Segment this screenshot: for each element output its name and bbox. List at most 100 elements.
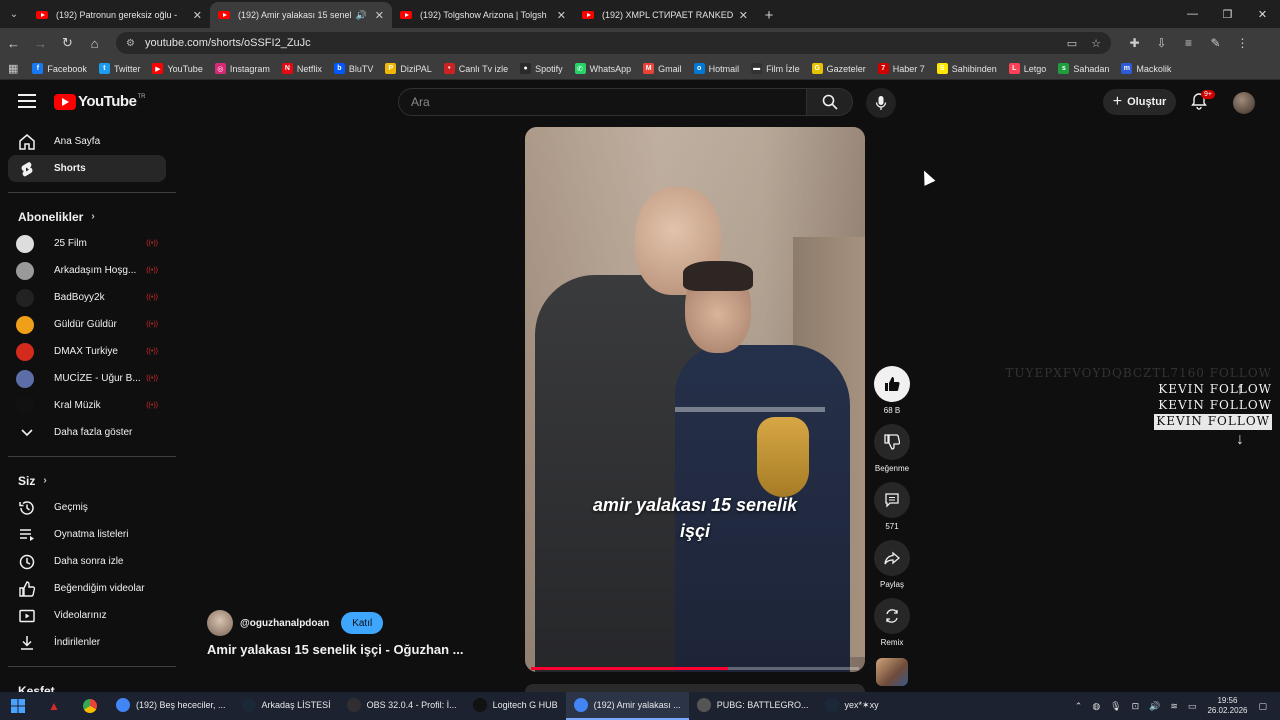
sidebar-item-you[interactable]: İndirilenler: [8, 629, 166, 656]
clock[interactable]: 19:56 26.02.2026: [1207, 696, 1247, 716]
bookmark-item[interactable]: t Twitter: [98, 63, 140, 74]
tray-icon[interactable]: ◍: [1092, 701, 1100, 712]
search-button[interactable]: [807, 88, 853, 116]
close-window-icon[interactable]: ✕: [1245, 0, 1280, 28]
wifi-icon[interactable]: ≋: [1170, 701, 1178, 712]
like-button[interactable]: [874, 366, 910, 402]
extensions-icon[interactable]: ✚: [1121, 36, 1148, 50]
browser-tab[interactable]: (192) Amir yalakası 15 senel 🔊 ✕: [210, 2, 392, 28]
bookmark-item[interactable]: P DiziPAL: [385, 63, 432, 74]
channel-avatar[interactable]: [207, 610, 233, 636]
sound-thumbnail[interactable]: [876, 658, 908, 686]
chrome-menu-icon[interactable]: ⋮: [1229, 36, 1256, 50]
bookmark-item[interactable]: L Letgo: [1008, 63, 1046, 74]
close-tab-icon[interactable]: ✕: [739, 9, 748, 22]
speaker-icon[interactable]: 🔊: [1149, 701, 1160, 712]
bookmark-item[interactable]: 7 Haber 7: [877, 63, 925, 74]
dislike-button[interactable]: [874, 424, 910, 460]
bookmark-item[interactable]: • Canlı Tv izle: [443, 63, 508, 74]
download-icon[interactable]: ⇩: [1148, 36, 1175, 50]
short-title[interactable]: Amir yalakası 15 senelik işçi - Oğuzhan …: [207, 642, 507, 657]
windows-start-icon[interactable]: [0, 692, 36, 720]
show-more-button[interactable]: Daha fazla göster: [8, 419, 166, 446]
close-tab-icon[interactable]: ✕: [375, 9, 384, 22]
short-video-player[interactable]: amir yalakası 15 senelik işçi: [525, 127, 865, 672]
microphone-tray-icon[interactable]: 🎙: [1110, 701, 1121, 712]
bookmark-item[interactable]: o Hotmail: [693, 63, 739, 74]
bookmark-item[interactable]: S Sahibinden: [936, 63, 997, 74]
bookmark-item[interactable]: N Netflix: [281, 63, 322, 74]
arrow-up-icon[interactable]: ↑: [1226, 376, 1254, 404]
browser-tab[interactable]: (192) Tolgshow Arizona | Tolgsh ✕: [392, 2, 574, 28]
sidebar-item-you[interactable]: Geçmiş: [8, 494, 166, 521]
video-progress-bar[interactable]: [531, 667, 859, 670]
site-info-icon[interactable]: ⚙: [126, 38, 135, 49]
home-browser-icon[interactable]: ⌂: [81, 28, 108, 58]
menu-icon[interactable]: [18, 94, 36, 108]
back-icon[interactable]: ←: [0, 28, 27, 58]
browser-tab[interactable]: (192) XMPL СТИРАЕТ RANKED ✕: [574, 2, 756, 28]
taskbar-item[interactable]: Logitech G HUB: [465, 692, 566, 720]
reload-icon[interactable]: ↻: [54, 28, 81, 58]
taskbar-item[interactable]: (192) Beş hececiler, ...: [108, 692, 234, 720]
next-short-preview[interactable]: [525, 684, 865, 692]
notification-center-icon[interactable]: ▢: [1258, 701, 1267, 712]
bookmark-item[interactable]: m Mackolik: [1121, 63, 1171, 74]
bookmark-item[interactable]: ● Spotify: [520, 63, 563, 74]
youtube-logo[interactable]: YouTube TR: [54, 93, 145, 110]
close-tab-icon[interactable]: ✕: [557, 9, 566, 22]
notifications-button[interactable]: 9+: [1190, 90, 1215, 114]
audio-playing-icon[interactable]: 🔊: [356, 10, 367, 21]
app-a-icon[interactable]: ▲: [36, 692, 72, 720]
cast-icon[interactable]: ▭: [1067, 37, 1077, 50]
bookmark-item[interactable]: s Sahadan: [1058, 63, 1109, 74]
subscription-item[interactable]: Arkadaşım Hoşg... ((•)): [8, 257, 166, 284]
bookmark-star-icon[interactable]: ☆: [1091, 37, 1101, 50]
taskbar-item[interactable]: yex*✶xy: [817, 692, 887, 720]
sidebar-item-you[interactable]: Oynatma listeleri: [8, 521, 166, 548]
bookmark-item[interactable]: G Gazeteler: [811, 63, 866, 74]
chrome-icon[interactable]: [72, 692, 108, 720]
join-button[interactable]: Katıl: [341, 612, 384, 634]
address-bar[interactable]: ⚙ youtube.com/shorts/oSSFI2_ZuJc ▭ ☆: [116, 32, 1111, 54]
channel-name[interactable]: @oguzhanalpdoan: [240, 618, 329, 629]
search-input[interactable]: Ara: [398, 88, 807, 116]
battery-icon[interactable]: ▭: [1188, 701, 1197, 712]
close-tab-icon[interactable]: ✕: [193, 9, 202, 22]
sidebar-item-ana-sayfa[interactable]: Ana Sayfa: [8, 128, 166, 155]
sidebar-item-you[interactable]: Videolarınız: [8, 602, 166, 629]
bookmark-item[interactable]: M Gmail: [643, 63, 682, 74]
subscription-item[interactable]: 25 Film ((•)): [8, 230, 166, 257]
taskbar-item[interactable]: Arkadaş LİSTESİ: [234, 692, 339, 720]
minimize-icon[interactable]: —: [1175, 0, 1210, 28]
media-control-icon[interactable]: ≡: [1175, 36, 1202, 50]
sidebar-item-you[interactable]: Beğendiğim videolar: [8, 575, 166, 602]
bookmark-item[interactable]: ▶ YouTube: [152, 63, 203, 74]
tab-search-icon[interactable]: ⌄: [0, 0, 28, 28]
tray-icon[interactable]: ⌃: [1075, 701, 1083, 712]
bookmark-item[interactable]: ✆ WhatsApp: [574, 63, 631, 74]
bookmark-item[interactable]: b BluTV: [333, 63, 373, 74]
subscription-item[interactable]: Kral Müzik ((•)): [8, 392, 166, 419]
remix-button[interactable]: [874, 598, 910, 634]
new-tab-button[interactable]: +: [756, 2, 782, 28]
network-tray-icon[interactable]: ⊡: [1132, 701, 1140, 712]
taskbar-item[interactable]: PUBG: BATTLEGRO...: [689, 692, 817, 720]
profile-extension-icon[interactable]: ✎: [1202, 36, 1229, 50]
forward-icon[interactable]: →: [27, 28, 54, 58]
subscription-item[interactable]: Güldür Güldür ((•)): [8, 311, 166, 338]
sidebar-item-shorts[interactable]: Shorts: [8, 155, 166, 182]
taskbar-item[interactable]: (192) Amir yalakası ...: [565, 692, 689, 720]
bookmark-item[interactable]: ▬ Film İzle: [751, 63, 800, 74]
bookmark-item[interactable]: f Facebook: [32, 63, 87, 74]
comments-button[interactable]: [874, 482, 910, 518]
sidebar-item-you[interactable]: Daha sonra izle: [8, 548, 166, 575]
account-avatar[interactable]: [1233, 92, 1255, 114]
create-button[interactable]: + Oluştur: [1103, 89, 1176, 115]
subscriptions-heading[interactable]: Abonelikler ›: [0, 203, 176, 230]
subscription-item[interactable]: DMAX Turkiye ((•)): [8, 338, 166, 365]
subscription-item[interactable]: MUCİZE - Uğur B... ((•)): [8, 365, 166, 392]
arrow-down-icon[interactable]: ↓: [1226, 426, 1254, 454]
browser-tab[interactable]: (192) Patronun gereksiz oğlu - ✕: [28, 2, 210, 28]
taskbar-item[interactable]: OBS 32.0.4 - Profil: İ...: [339, 692, 465, 720]
